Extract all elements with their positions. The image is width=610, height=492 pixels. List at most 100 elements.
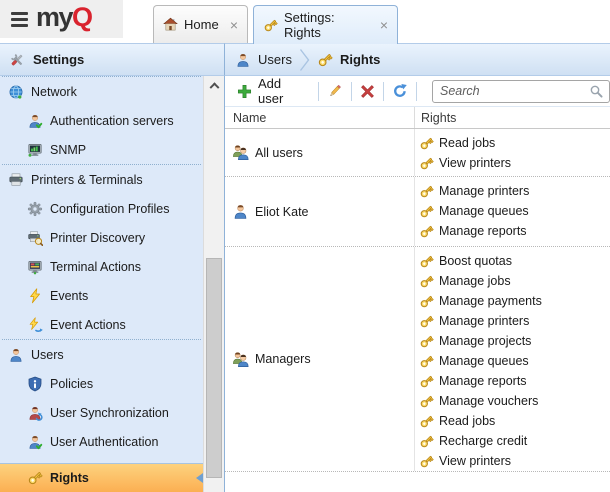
refresh-button[interactable] xyxy=(392,83,408,99)
group-icon xyxy=(232,144,249,161)
right-label: View printers xyxy=(439,156,511,170)
right-label: Manage printers xyxy=(439,314,529,328)
sidebar-item-rights[interactable]: Rights xyxy=(0,463,203,492)
sidebar-item-label: Network xyxy=(31,85,77,99)
tab-settings-rights[interactable]: Settings: Rights × xyxy=(253,5,398,44)
row-name-label: All users xyxy=(255,146,303,160)
sidebar-item-policies[interactable]: Policies xyxy=(0,369,203,398)
sidebar-item-printer-discovery[interactable]: Printer Discovery xyxy=(0,223,203,252)
search-box xyxy=(432,80,610,103)
auth-server-icon xyxy=(27,113,43,129)
sidebar-item-user-authentication[interactable]: User Authentication xyxy=(0,427,203,456)
row-name-cell: Eliot Kate xyxy=(225,177,415,246)
sidebar-scrollbar[interactable] xyxy=(203,76,224,492)
tab-home[interactable]: Home × xyxy=(153,5,248,43)
row-name-label: Managers xyxy=(255,352,311,366)
printer-icon xyxy=(8,172,24,188)
column-header-name[interactable]: Name xyxy=(225,107,415,128)
lightning-arrow-icon xyxy=(27,317,43,333)
key-icon xyxy=(317,52,333,68)
column-header-rights[interactable]: Rights xyxy=(415,107,456,128)
sidebar-item-configuration-profiles[interactable]: Configuration Profiles xyxy=(0,194,203,223)
right-label: Recharge credit xyxy=(439,434,527,448)
table-row[interactable]: Eliot Kate Manage printers Manage queues… xyxy=(225,177,610,247)
rights-panel: Add user Name Rights xyxy=(225,76,610,492)
sidebar-item-label: Terminal Actions xyxy=(50,260,141,274)
key-icon xyxy=(419,294,434,309)
sidebar-item-network[interactable]: Network xyxy=(0,77,203,106)
right-label: Manage jobs xyxy=(439,274,511,288)
app-logo[interactable]: myQ xyxy=(0,0,123,38)
sidebar-item-events[interactable]: Events xyxy=(0,281,203,310)
right-label: Manage reports xyxy=(439,224,527,238)
key-icon xyxy=(419,434,434,449)
right-label: Manage queues xyxy=(439,204,529,218)
search-icon[interactable] xyxy=(589,84,604,99)
table-row[interactable]: Managers Boost quotas Manage jobs Manage… xyxy=(225,247,610,472)
sidebar-item-label: Users xyxy=(31,348,64,362)
table-row[interactable]: All users Read jobs View printers xyxy=(225,129,610,177)
sidebar-item-label: Event Actions xyxy=(50,318,126,332)
sidebar-item-label: Policies xyxy=(50,377,93,391)
edit-button[interactable] xyxy=(327,83,343,99)
sidebar-item-authentication-servers[interactable]: Authentication servers xyxy=(0,106,203,135)
user-icon xyxy=(232,203,249,220)
scrollbar-thumb[interactable] xyxy=(206,258,222,478)
sidebar-item-snmp[interactable]: SNMP xyxy=(0,135,203,164)
terminal-icon xyxy=(27,259,43,275)
row-name-cell: Managers xyxy=(225,247,415,471)
sidebar-item-event-actions[interactable]: Event Actions xyxy=(0,310,203,339)
brand-wordmark: myQ xyxy=(36,4,92,34)
right-label: Manage payments xyxy=(439,294,542,308)
right-label: Manage projects xyxy=(439,334,531,348)
shield-icon xyxy=(27,376,43,392)
row-rights-cell: Boost quotas Manage jobs Manage payments… xyxy=(415,247,610,471)
right-entry: Manage queues xyxy=(419,201,610,221)
key-icon xyxy=(419,184,434,199)
tab-settings-rights-label: Settings: Rights xyxy=(284,10,374,40)
sidebar-item-user-synchronization[interactable]: User Synchronization xyxy=(0,398,203,427)
key-icon xyxy=(419,136,434,151)
key-icon xyxy=(419,314,434,329)
globe-icon xyxy=(8,84,24,100)
tab-settings-rights-close-icon[interactable]: × xyxy=(380,18,388,32)
sidebar-item-printers-terminals[interactable]: Printers & Terminals xyxy=(0,165,203,194)
group-icon xyxy=(232,351,249,368)
breadcrumb: Users Rights xyxy=(225,43,610,76)
right-label: Manage queues xyxy=(439,354,529,368)
right-entry: Read jobs xyxy=(419,133,610,153)
sidebar-item-label: Printers & Terminals xyxy=(31,173,143,187)
search-input[interactable] xyxy=(440,84,589,98)
home-icon xyxy=(163,17,178,32)
sidebar-item-users[interactable]: Users xyxy=(0,340,203,369)
right-entry: Manage jobs xyxy=(419,271,610,291)
key-icon xyxy=(419,254,434,269)
toolbar-separator xyxy=(318,82,319,101)
right-entry: Manage printers xyxy=(419,311,610,331)
add-user-button[interactable]: Add user xyxy=(237,76,310,106)
tab-home-close-icon[interactable]: × xyxy=(230,18,238,32)
brand-text-red: Q xyxy=(72,2,92,32)
sidebar-item-label: Configuration Profiles xyxy=(50,202,170,216)
right-entry: Manage payments xyxy=(419,291,610,311)
right-label: Read jobs xyxy=(439,414,495,428)
right-label: Manage reports xyxy=(439,374,527,388)
right-entry: Manage reports xyxy=(419,221,610,241)
breadcrumb-rights: Rights xyxy=(317,52,380,68)
menu-icon[interactable] xyxy=(11,12,28,27)
gear-icon xyxy=(27,201,43,217)
key-icon xyxy=(419,156,434,171)
delete-button[interactable] xyxy=(360,84,375,99)
row-name-cell: All users xyxy=(225,129,415,176)
right-label: Manage printers xyxy=(439,184,529,198)
right-entry: View printers xyxy=(419,451,610,471)
refresh-icon xyxy=(392,83,408,99)
pencil-icon xyxy=(327,83,343,99)
breadcrumb-users[interactable]: Users xyxy=(235,52,292,68)
key-icon xyxy=(263,18,278,33)
scroll-up-arrow-icon[interactable] xyxy=(204,76,224,93)
row-rights-cell: Read jobs View printers xyxy=(415,129,610,176)
sidebar-item-label: Authentication servers xyxy=(50,114,174,128)
sidebar-item-terminal-actions[interactable]: Terminal Actions xyxy=(0,252,203,281)
table-header: Name Rights xyxy=(225,107,610,129)
